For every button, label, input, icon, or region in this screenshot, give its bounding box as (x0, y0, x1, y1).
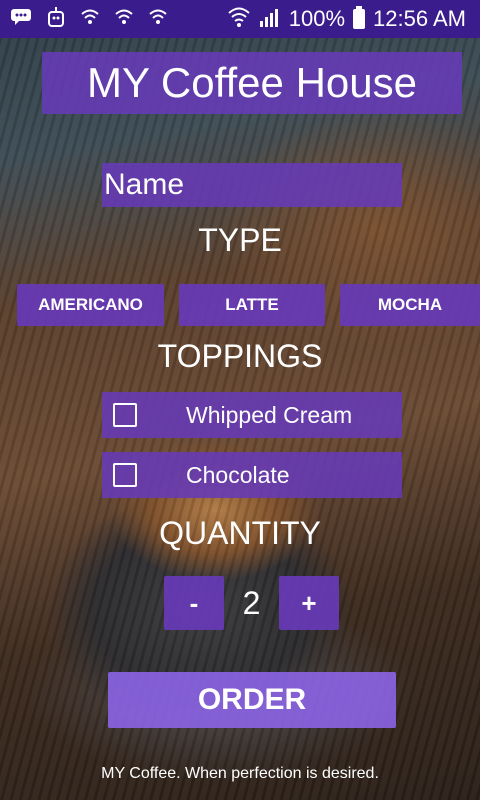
chat-icon (10, 8, 32, 30)
wifi-hotspot-icon (80, 8, 100, 30)
whipped-cream-label: Whipped Cream (186, 401, 353, 428)
clock: 12:56 AM (373, 6, 466, 31)
quantity-value: 2 (242, 584, 261, 621)
chocolate-label: Chocolate (186, 461, 290, 488)
name-input[interactable] (102, 163, 402, 207)
type-heading: TYPE (198, 222, 282, 258)
footer-tagline: MY Coffee. When perfection is desired. (101, 765, 379, 782)
mocha-button[interactable]: MOCHA (340, 284, 480, 326)
quantity-heading: QUANTITY (159, 515, 321, 551)
order-button[interactable]: ORDER (108, 672, 396, 728)
wifi-hotspot-icon (114, 8, 134, 30)
americano-button[interactable]: AMERICANO (17, 284, 164, 326)
app-title: MY Coffee House (42, 52, 462, 114)
robot-icon (46, 6, 66, 32)
battery-icon (353, 6, 366, 29)
wifi-signal-icon (227, 6, 251, 32)
checkbox-icon[interactable] (113, 403, 137, 427)
whipped-cream-checkbox[interactable]: Whipped Cream (102, 392, 402, 438)
chocolate-checkbox[interactable]: Chocolate (102, 452, 402, 498)
latte-button[interactable]: LATTE (179, 284, 325, 326)
toppings-heading: TOPPINGS (157, 338, 323, 374)
status-bar: 100% 12:56 AM (0, 0, 480, 38)
battery-percent: 100% (288, 6, 346, 31)
cell-signal-icon (259, 6, 281, 32)
decrement-button[interactable]: - (164, 576, 224, 630)
increment-button[interactable]: + (279, 576, 339, 630)
wifi-hotspot-icon (148, 8, 168, 30)
checkbox-icon[interactable] (113, 463, 137, 487)
